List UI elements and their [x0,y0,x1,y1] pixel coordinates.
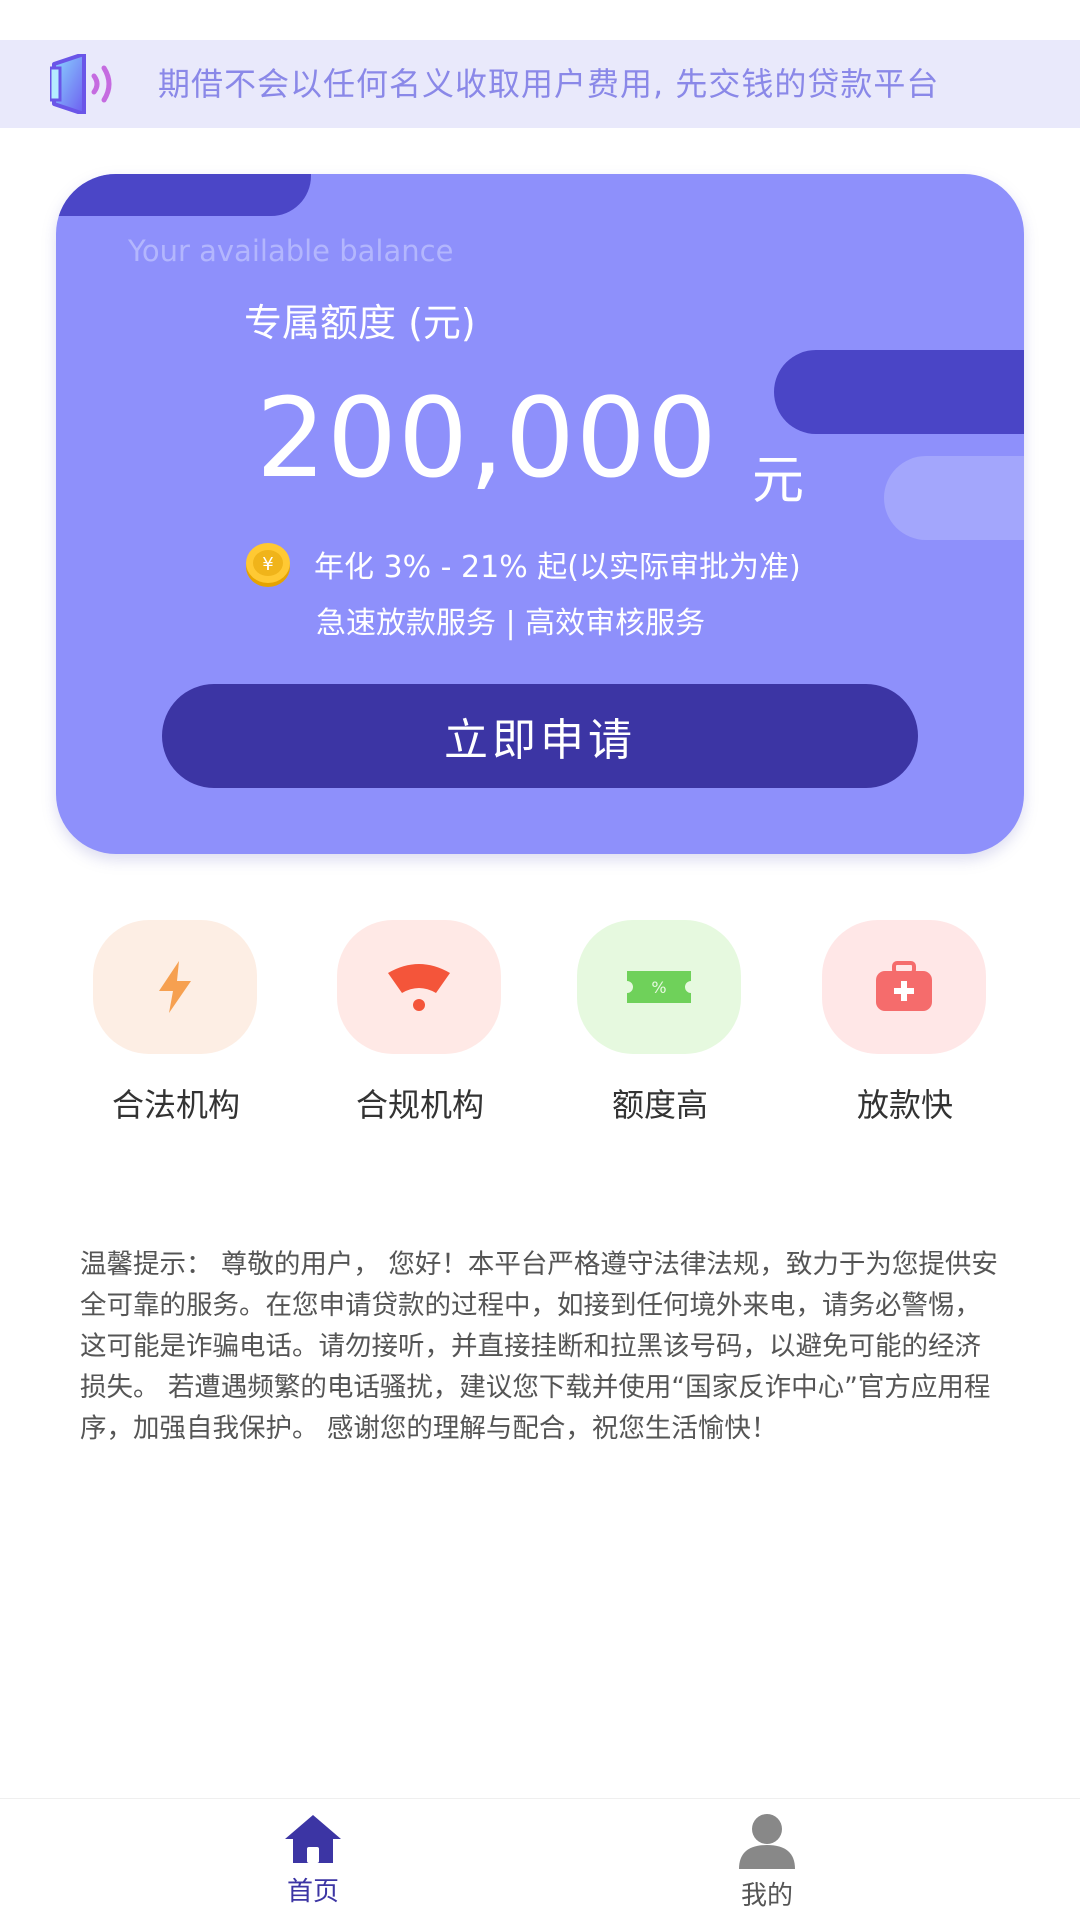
bottom-nav: 首页 我的 [0,1798,1080,1920]
service-text: 急速放款服务 | 高效审核服务 [316,606,706,641]
balance-caption: Your available balance [128,234,454,268]
feature-compliant-institution[interactable]: 合规机构 [320,920,520,1160]
interest-rate-text: 年化 3% - 21% 起(以实际审批为准) [314,550,801,585]
wifi-signal-icon [388,964,450,1011]
feature-tile [822,920,986,1054]
svg-text:¥: ¥ [262,554,273,575]
home-icon [285,1815,341,1863]
feature-legal-institution[interactable]: 合法机构 [76,920,276,1160]
nav-mine-label: 我的 [740,1881,793,1911]
feature-label: 合规机构 [355,1086,484,1124]
feature-label: 额度高 [611,1086,708,1124]
balance-card: Your available balance 专属额度 (元) 200,000 … [56,174,1024,854]
apply-now-button[interactable]: 立即申请 [162,684,918,788]
coin-icon: ¥ [246,543,290,587]
nav-home[interactable]: 首页 [243,1813,383,1913]
card-decoration [774,350,1024,434]
medical-kit-icon [876,961,932,1011]
page: 期借不会以任何名义收取用户费用, 先交钱的贷款平台 Your available… [0,0,1080,1920]
feature-tile [93,920,257,1054]
amount-unit: 元 [752,451,805,511]
user-icon [739,1814,795,1869]
card-decoration [56,174,311,216]
feature-label: 合法机构 [111,1086,240,1124]
speaker-icon [50,54,112,114]
feature-fast-loan[interactable]: 放款快 [805,920,1005,1160]
warm-tip-text: 温馨提示： 尊敬的用户， 您好！本平台严格遵守法律法规，致力于为您提供安全可靠的… [80,1249,998,1444]
feature-high-limit[interactable]: % 额度高 [560,920,760,1160]
credit-amount: 200,000 [256,374,718,502]
notice-bar[interactable]: 期借不会以任何名义收取用户费用, 先交钱的贷款平台 [0,40,1080,128]
svg-text:%: % [651,978,666,997]
ticket-icon: % [627,971,691,1003]
credit-limit-label: 专属额度 (元) [244,301,476,345]
nav-mine[interactable]: 我的 [697,1813,837,1913]
feature-label: 放款快 [856,1086,953,1124]
card-decoration [884,456,1024,540]
feature-tile [337,920,501,1054]
lightning-icon [159,961,191,1013]
nav-home-label: 首页 [286,1877,339,1907]
feature-tile: % [577,920,741,1054]
notice-text: 期借不会以任何名义收取用户费用, 先交钱的贷款平台 [158,65,940,103]
